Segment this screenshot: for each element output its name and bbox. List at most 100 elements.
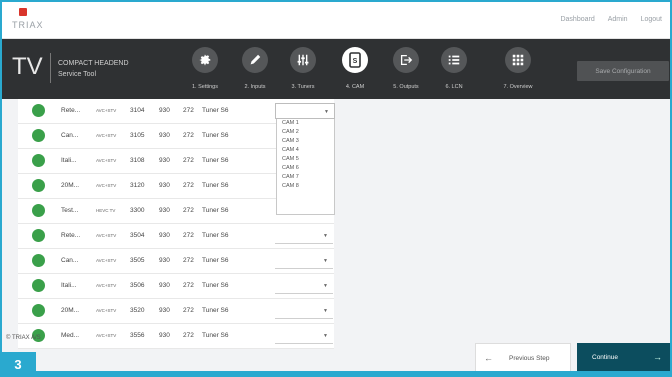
app-name-line1: COMPACT HEADEND: [58, 60, 129, 67]
table-row: Rete... AVC+STV 3504 930 272 Tuner S6 ▼: [18, 224, 334, 249]
step-outputs[interactable]: 5. Outputs: [384, 47, 428, 90]
triax-logo: TRIAX: [12, 8, 52, 34]
logout-link[interactable]: Logout: [641, 16, 662, 23]
service-value-2: 272: [183, 182, 194, 189]
service-type: AVC+STV: [96, 108, 117, 113]
service-type: AVC+STV: [96, 158, 117, 163]
service-id: 3300: [130, 207, 145, 214]
app-name-line2: Service Tool: [58, 71, 97, 78]
service-value-1: 930: [159, 182, 170, 189]
service-name: Itali...: [61, 282, 77, 289]
chevron-down-icon: ▼: [323, 283, 328, 289]
service-value-1: 930: [159, 332, 170, 339]
service-tuner: Tuner S6: [202, 257, 229, 264]
service-value-1: 930: [159, 307, 170, 314]
table-row: Can... AVC+STV 3505 930 272 Tuner S6 ▼: [18, 249, 334, 274]
service-id: 3120: [130, 182, 145, 189]
service-id: 3520: [130, 307, 145, 314]
step-label: 1. Settings: [192, 84, 218, 90]
previous-step-button[interactable]: ← Previous Step: [475, 343, 571, 373]
service-tuner: Tuner S6: [202, 332, 229, 339]
status-dot: [32, 204, 45, 217]
cam-select[interactable]: ▼: [275, 253, 333, 269]
cam-option[interactable]: CAM 3: [277, 137, 334, 146]
cam-option[interactable]: CAM 1: [277, 119, 334, 128]
step-label: 7. Overview: [503, 84, 533, 90]
service-name: Rete...: [61, 232, 81, 239]
service-id: 3556: [130, 332, 145, 339]
service-id: 3506: [130, 282, 145, 289]
step-tuners[interactable]: 3. Tuners: [281, 47, 325, 90]
cam-option[interactable]: CAM 8: [277, 182, 334, 191]
service-tuner: Tuner S6: [202, 157, 229, 164]
step-cam[interactable]: S 4. CAM: [333, 47, 377, 90]
service-name: 20M...: [61, 307, 80, 314]
cam-select[interactable]: ▼: [275, 278, 333, 294]
cam-option[interactable]: CAM 5: [277, 155, 334, 164]
step-inputs[interactable]: 2. Inputs: [233, 47, 277, 90]
cam-select[interactable]: ▼: [275, 328, 333, 344]
service-name: Can...: [61, 257, 79, 264]
service-name: Med...: [61, 332, 80, 339]
service-tuner: Tuner S6: [202, 207, 229, 214]
continue-button[interactable]: Continue →: [577, 343, 670, 371]
service-value-2: 272: [183, 282, 194, 289]
service-value-1: 930: [159, 132, 170, 139]
service-value-2: 272: [183, 232, 194, 239]
chevron-down-icon: ▼: [323, 233, 328, 239]
previous-step-label: Previous Step: [509, 354, 550, 362]
wizard-toolbar: TV COMPACT HEADEND Service Tool 1. Setti…: [2, 39, 670, 99]
cam-dropdown-list: CAM 1 CAM 2 CAM 3 CAM 4 CAM 5 CAM 6 CAM …: [276, 119, 335, 215]
top-bar: TRIAX Dashboard Admin Logout: [2, 2, 670, 39]
sliders-icon: [290, 47, 316, 73]
admin-link[interactable]: Admin: [608, 16, 628, 23]
copyright: © TRIAX A/S: [6, 335, 41, 341]
cam-option[interactable]: CAM 7: [277, 173, 334, 182]
service-tuner: Tuner S6: [202, 232, 229, 239]
step-label: 4. CAM: [345, 84, 365, 90]
top-links: Dashboard Admin Logout: [560, 16, 662, 23]
cam-option[interactable]: CAM 6: [277, 164, 334, 173]
service-value-1: 930: [159, 257, 170, 264]
cam-option[interactable]: CAM 4: [277, 146, 334, 155]
status-dot: [32, 154, 45, 167]
service-id: 3108: [130, 157, 145, 164]
list-icon: [441, 47, 467, 73]
service-value-2: 272: [183, 107, 194, 114]
step-lcn[interactable]: 6. LCN: [432, 47, 476, 90]
save-configuration-button[interactable]: Save Configuration: [577, 61, 669, 81]
service-type: AVC+STV: [96, 308, 117, 313]
service-tuner: Tuner S6: [202, 107, 229, 114]
service-id: 3505: [130, 257, 145, 264]
continue-label: Continue: [592, 353, 619, 361]
arrow-left-icon: ←: [484, 353, 493, 363]
chevron-down-icon: ▼: [323, 333, 328, 339]
service-value-2: 272: [183, 257, 194, 264]
table-row: Med... AVC+STV 3556 930 272 Tuner S6 ▼: [18, 324, 334, 349]
table-row: 20M... AVC+STV 3520 930 272 Tuner S6 ▼: [18, 299, 334, 324]
cam-select[interactable]: ▼: [275, 103, 335, 119]
chevron-down-icon: ▼: [323, 308, 328, 314]
service-value-1: 930: [159, 107, 170, 114]
logo-mark: [19, 8, 27, 16]
step-label: 2. Inputs: [244, 84, 266, 90]
divider: [50, 53, 51, 83]
status-dot: [32, 104, 45, 117]
cam-option[interactable]: CAM 2: [277, 128, 334, 137]
status-dot: [32, 179, 45, 192]
service-type: AVC+STV: [96, 233, 117, 238]
bottom-accent-bar: [36, 371, 672, 377]
dashboard-link[interactable]: Dashboard: [560, 16, 594, 23]
service-name: 20M...: [61, 182, 80, 189]
step-settings[interactable]: 1. Settings: [183, 47, 227, 90]
service-value-1: 930: [159, 157, 170, 164]
service-tuner: Tuner S6: [202, 282, 229, 289]
service-type: AVC+STV: [96, 333, 117, 338]
tv-label: TV: [12, 53, 43, 80]
step-overview[interactable]: 7. Overview: [496, 47, 540, 90]
cam-select[interactable]: ▼: [275, 303, 333, 319]
cam-select[interactable]: ▼: [275, 228, 333, 244]
service-type: AVC+STV: [96, 283, 117, 288]
chevron-down-icon: ▼: [323, 258, 328, 264]
service-id: 3104: [130, 107, 145, 114]
